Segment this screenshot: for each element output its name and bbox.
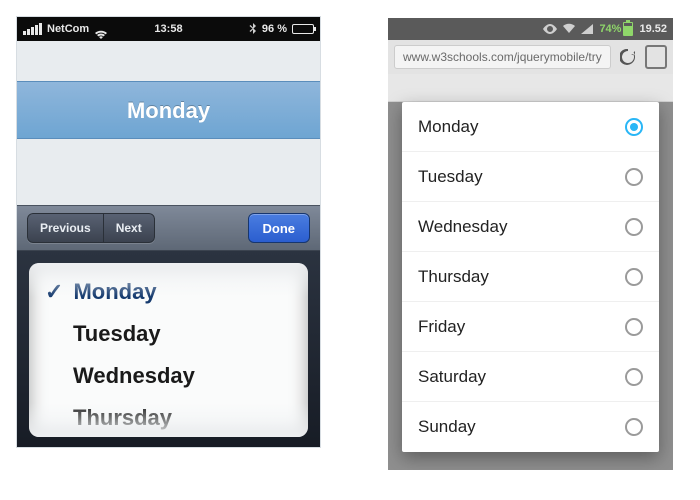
dialog-option[interactable]: Wednesday bbox=[402, 202, 659, 252]
picker-item[interactable]: Tuesday bbox=[45, 313, 292, 355]
option-label: Tuesday bbox=[418, 167, 483, 187]
android-status-bar: 74% 19.52 bbox=[388, 18, 673, 40]
prev-next-segment: Previous Next bbox=[27, 213, 155, 243]
ios-status-bar: NetCom 13:58 96 % bbox=[17, 17, 320, 41]
radio-selected-icon bbox=[625, 118, 643, 136]
dialog-option[interactable]: Monday bbox=[402, 102, 659, 152]
ios-device: NetCom 13:58 96 % Monday Previous Next D… bbox=[16, 16, 321, 448]
checkmark-icon: ✓ bbox=[45, 279, 63, 304]
option-label: Wednesday bbox=[418, 217, 507, 237]
keyboard-accessory-bar: Previous Next Done bbox=[17, 205, 320, 251]
picker-wheel[interactable]: ✓ Monday Tuesday Wednesday Thursday bbox=[29, 263, 308, 437]
picker-item[interactable]: Wednesday bbox=[45, 355, 292, 397]
picker-item-label: Monday bbox=[73, 279, 156, 304]
url-text: www.w3schools.com/jquerymobile/try bbox=[403, 50, 602, 64]
picker-wheel-container: ✓ Monday Tuesday Wednesday Thursday bbox=[17, 251, 320, 448]
option-label: Friday bbox=[418, 317, 465, 337]
battery-icon bbox=[292, 24, 314, 34]
battery-indicator: 74% bbox=[599, 22, 633, 36]
option-label: Saturday bbox=[418, 367, 486, 387]
done-button[interactable]: Done bbox=[248, 213, 311, 243]
select-dialog: Monday Tuesday Wednesday Thursday Friday… bbox=[402, 102, 659, 452]
android-device: 74% 19.52 www.w3schools.com/jquerymobile… bbox=[388, 18, 673, 470]
picker-item-selected[interactable]: ✓ Monday bbox=[45, 271, 292, 313]
status-time: 19.52 bbox=[639, 23, 667, 35]
browser-toolbar: www.w3schools.com/jquerymobile/try bbox=[388, 40, 673, 74]
previous-button[interactable]: Previous bbox=[27, 213, 104, 243]
option-label: Monday bbox=[418, 117, 478, 137]
radio-icon bbox=[625, 318, 643, 336]
dialog-option[interactable]: Saturday bbox=[402, 352, 659, 402]
wifi-icon bbox=[563, 23, 575, 36]
dialog-option[interactable]: Friday bbox=[402, 302, 659, 352]
url-input[interactable]: www.w3schools.com/jquerymobile/try bbox=[394, 45, 611, 69]
dialog-option[interactable]: Tuesday bbox=[402, 152, 659, 202]
select-current-value[interactable]: Monday bbox=[17, 81, 320, 139]
battery-icon bbox=[623, 22, 633, 36]
radio-icon bbox=[625, 418, 643, 436]
page-header-strip bbox=[388, 74, 673, 102]
reload-button[interactable] bbox=[617, 45, 639, 69]
smart-stay-icon bbox=[543, 24, 557, 34]
next-button[interactable]: Next bbox=[104, 213, 155, 243]
radio-icon bbox=[625, 168, 643, 186]
option-label: Thursday bbox=[418, 267, 489, 287]
option-label: Sunday bbox=[418, 417, 476, 437]
dialog-option[interactable]: Sunday bbox=[402, 402, 659, 452]
radio-icon bbox=[625, 218, 643, 236]
radio-icon bbox=[625, 368, 643, 386]
tabs-button[interactable] bbox=[645, 45, 667, 69]
signal-icon bbox=[581, 24, 593, 34]
picker-item[interactable]: Thursday bbox=[45, 397, 292, 437]
status-time: 13:58 bbox=[17, 23, 320, 35]
dialog-option[interactable]: Thursday bbox=[402, 252, 659, 302]
battery-pct: 74% bbox=[599, 23, 621, 35]
radio-icon bbox=[625, 268, 643, 286]
